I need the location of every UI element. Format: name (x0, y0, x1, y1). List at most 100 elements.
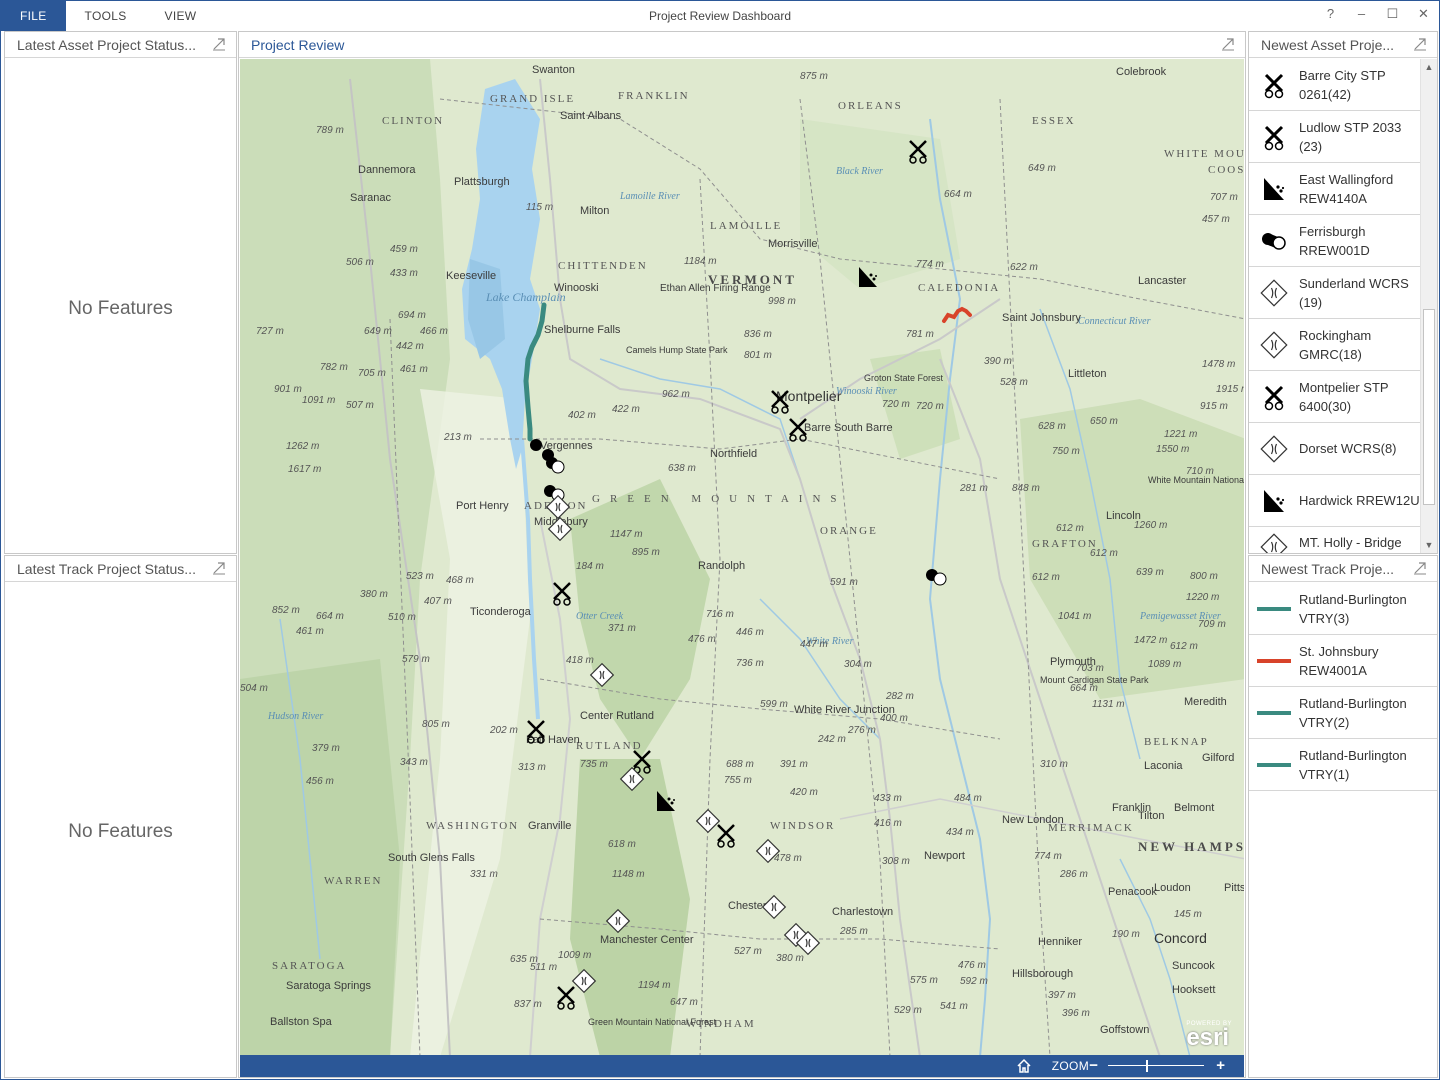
list-item[interactable]: Hardwick RREW12U (1249, 475, 1420, 527)
list-item[interactable]: East Wallingford REW4140A (1249, 163, 1420, 215)
list-item[interactable]: Barre City STP 0261(42) (1249, 59, 1420, 111)
elevation-label: 380 m (360, 589, 388, 600)
esri-attribution: POWERED BY esri (1186, 1021, 1232, 1051)
close-button[interactable]: ✕ (1408, 1, 1439, 29)
place-label: Suncook (1172, 960, 1215, 972)
list-item[interactable]: Ludlow STP 2033 (23) (1249, 111, 1420, 163)
elevation-label: 1262 m (286, 441, 319, 452)
elevation-label: 407 m (424, 596, 452, 607)
basemap[interactable]: GRAND ISLE FRANKLIN ORLEANS ESSEX CLINTO… (240, 59, 1244, 1057)
scrollbar-thumb[interactable] (1423, 309, 1435, 505)
rockfall-icon (1264, 177, 1285, 200)
mountains-label: GREEN MOUNTAINS (592, 493, 847, 505)
esri-logo: esri (1186, 1024, 1230, 1051)
elevation-label: 915 m (1200, 401, 1228, 412)
elevation-label: 1194 m (638, 980, 671, 991)
place-label: Lancaster (1138, 275, 1187, 287)
help-button[interactable]: ? (1315, 1, 1346, 29)
place-label: Goffstown (1100, 1024, 1149, 1036)
elevation-label: 313 m (518, 762, 546, 773)
elevation-label: 1478 m (1202, 359, 1235, 370)
elevation-label: 836 m (744, 329, 772, 340)
list-item[interactable]: Rutland-Burlington VTRY(3) (1249, 583, 1437, 635)
elevation-label: 709 m (1198, 619, 1226, 630)
region-label: WASHINGTON (426, 820, 519, 832)
expand-icon[interactable] (212, 37, 226, 51)
region-label: WHITE MOU (1164, 148, 1244, 160)
place-label: Belmont (1174, 802, 1214, 814)
minimize-button[interactable]: – (1346, 1, 1377, 29)
elevation-label: 805 m (422, 719, 450, 730)
list-item[interactable]: Rutland-Burlington VTRY(2) (1249, 687, 1437, 739)
zoom-in-button[interactable]: + (1216, 1055, 1225, 1076)
scrollbar[interactable]: ▲ ▼ (1420, 59, 1437, 553)
list-item-label: St. Johnsbury REW4001A (1299, 643, 1379, 678)
list-item[interactable]: Montpelier STP 6400(30) (1249, 371, 1420, 423)
list-item[interactable]: Rutland-Burlington VTRY(1) (1249, 739, 1437, 791)
zoom-slider-track[interactable] (1108, 1065, 1204, 1066)
map-canvas[interactable]: GRAND ISLE FRANKLIN ORLEANS ESSEX CLINTO… (240, 59, 1244, 1077)
place-label: Center Rutland (580, 710, 654, 722)
elevation-label: 391 m (780, 759, 808, 770)
place-label: Winooski (554, 282, 599, 294)
expand-icon[interactable] (212, 561, 226, 575)
culvert-icon (1262, 232, 1286, 250)
place-label: Randolph (698, 560, 745, 572)
elevation-label: 895 m (632, 547, 660, 558)
elevation-label: 476 m (688, 634, 716, 645)
elevation-label: 397 m (1048, 990, 1076, 1001)
menu-view[interactable]: VIEW (146, 1, 216, 31)
place-label: Hillsborough (1012, 968, 1073, 980)
expand-icon[interactable] (1221, 37, 1235, 51)
app-window: FILE TOOLS VIEW Project Review Dashboard… (0, 0, 1440, 1080)
scroll-down-icon[interactable]: ▼ (1421, 537, 1437, 553)
list-item[interactable]: Ferrisburgh RREW001D (1249, 215, 1420, 267)
scroll-up-icon[interactable]: ▲ (1421, 59, 1437, 75)
list-item-label: Ferrisburgh RREW001D (1299, 223, 1370, 258)
place-label: Port Henry (456, 500, 509, 512)
list-item-label: Rutland-Burlington VTRY(3) (1299, 591, 1407, 626)
place-label: South Glens Falls (388, 852, 475, 864)
elevation-label: 781 m (906, 329, 934, 340)
bridge-diamond-icon (1260, 533, 1288, 553)
region-label: WINDSOR (770, 820, 835, 832)
window-title: Project Review Dashboard (648, 9, 792, 23)
elevation-label: 710 m (1186, 466, 1214, 477)
elevation-label: 1915 m (1216, 384, 1244, 395)
maximize-button[interactable]: ☐ (1377, 1, 1408, 29)
elevation-label: 1091 m (302, 395, 335, 406)
place-label: Ballston Spa (270, 1016, 333, 1028)
track-line-icon (1257, 658, 1291, 663)
region-label: FRANKLIN (618, 90, 690, 102)
expand-icon[interactable] (1413, 561, 1427, 575)
menu-tools[interactable]: TOOLS (66, 1, 146, 31)
map-panel: Project Review GRAND ISLE FRANKLIN ORLEA… (238, 31, 1246, 1078)
railroad-crossing-icon (1264, 73, 1284, 98)
place-label: Chester (728, 900, 767, 912)
place-label: Penacook (1108, 886, 1157, 898)
elevation-label: 694 m (398, 310, 426, 321)
place-label: Saratoga Springs (286, 980, 371, 992)
water-label: Hudson River (267, 711, 323, 722)
list-item[interactable]: St. Johnsbury REW4001A (1249, 635, 1437, 687)
elevation-label: 420 m (790, 787, 818, 798)
list-item-label: Ludlow STP 2033 (23) (1299, 119, 1402, 154)
elevation-label: 523 m (406, 571, 434, 582)
elevation-label: 875 m (800, 71, 828, 82)
zoom-slider-thumb[interactable] (1146, 1060, 1148, 1072)
place-label: Dannemora (358, 164, 416, 176)
elevation-label: 649 m (364, 326, 392, 337)
expand-icon[interactable] (1413, 37, 1427, 51)
menu-file[interactable]: FILE (1, 1, 66, 31)
list-item[interactable]: Sunderland WCRS (19) (1249, 267, 1420, 319)
elevation-label: 998 m (768, 296, 796, 307)
list-item[interactable]: Dorset WCRS(8) (1249, 423, 1420, 475)
zoom-out-button[interactable]: − (1089, 1055, 1098, 1076)
home-icon[interactable] (1016, 1058, 1032, 1074)
list-item[interactable]: Rockingham GMRC(18) (1249, 319, 1420, 371)
region-label: ORANGE (820, 525, 878, 537)
railroad-crossing-icon (1264, 125, 1284, 150)
place-label: Camels Hump State Park (626, 345, 728, 355)
list-item[interactable]: MT. Holly - Bridge (1249, 527, 1420, 553)
place-label: Milton (580, 205, 609, 217)
